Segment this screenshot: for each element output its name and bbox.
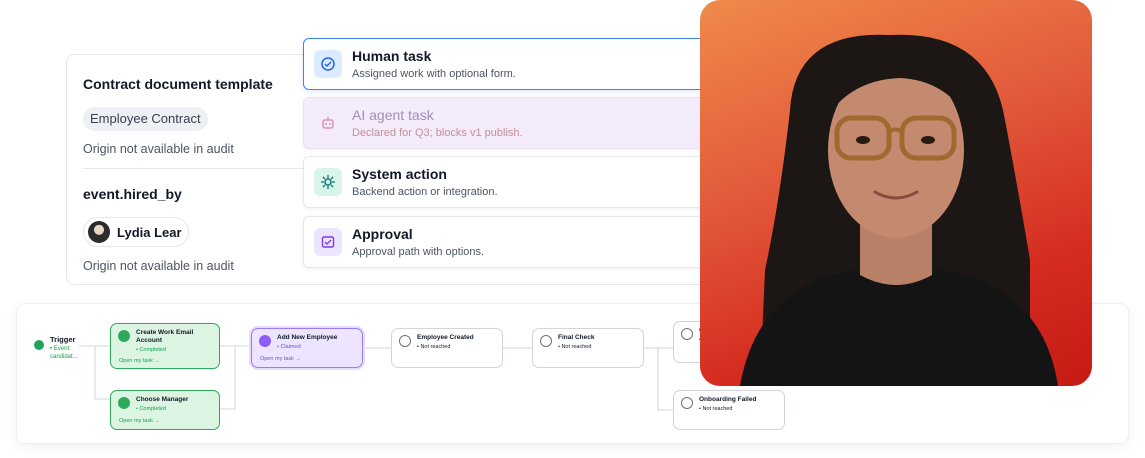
gear-icon xyxy=(314,168,342,196)
open-task-link[interactable]: Open my task → xyxy=(260,356,301,362)
node-title: Onboarding Failed xyxy=(699,396,757,403)
event-heading: event.hired_by xyxy=(83,186,182,202)
node-final-check[interactable]: Final Check • Not reached xyxy=(532,328,644,368)
node-status: • Not reached xyxy=(417,344,451,350)
task-title: System action xyxy=(352,166,447,182)
task-desc: Assigned work with optional form. xyxy=(352,68,516,80)
approval-icon xyxy=(314,228,342,256)
task-option-ai-agent: AI agent task Declared for Q3; blocks v1… xyxy=(303,97,723,149)
contract-heading: Contract document template xyxy=(83,76,273,92)
robot-icon xyxy=(314,109,342,137)
node-status: • Not reached xyxy=(699,406,733,412)
open-task-link[interactable]: Open my task → xyxy=(119,418,160,424)
person-chip[interactable]: Lydia Lear xyxy=(83,217,189,247)
node-title: Choose Manager xyxy=(136,396,189,403)
task-desc: Declared for Q3; blocks v1 publish. xyxy=(352,127,523,139)
task-option-system-action[interactable]: System action Backend action or integrat… xyxy=(303,156,723,208)
node-choose-manager[interactable]: Choose Manager • Completed Open my task … xyxy=(110,390,220,430)
check-icon xyxy=(118,397,130,409)
claimed-icon xyxy=(259,335,271,347)
node-status: • Completed xyxy=(136,347,167,353)
node-employee-created[interactable]: Employee Created • Not reached xyxy=(391,328,503,368)
trigger-icon xyxy=(34,340,44,350)
task-title: AI agent task xyxy=(352,107,434,123)
task-title: Human task xyxy=(352,48,432,64)
pending-icon xyxy=(540,335,552,347)
contract-chip[interactable]: Employee Contract xyxy=(83,107,208,131)
pending-icon xyxy=(681,328,693,340)
check-icon xyxy=(118,330,130,342)
node-title: Final Check xyxy=(558,334,595,341)
task-option-approval[interactable]: Approval Approval path with options. xyxy=(303,216,723,268)
pending-icon xyxy=(681,397,693,409)
portrait-photo xyxy=(700,0,1092,386)
origin-note-1: Origin not available in audit xyxy=(83,142,234,156)
pending-icon xyxy=(399,335,411,347)
person-name: Lydia Lear xyxy=(117,224,182,240)
node-status: • Claimed xyxy=(277,344,301,350)
task-title: Approval xyxy=(352,226,413,242)
avatar xyxy=(88,221,110,243)
node-title: Add New Employee xyxy=(277,334,338,341)
node-title: Employee Created xyxy=(417,334,474,341)
node-create-work-email[interactable]: Create Work Email Account • Completed Op… xyxy=(110,323,220,369)
trigger-label: Trigger xyxy=(50,335,76,344)
node-status: • Not reached xyxy=(558,344,592,350)
node-onboarding-failed[interactable]: Onboarding Failed • Not reached xyxy=(673,390,785,430)
origin-note-2: Origin not available in audit xyxy=(83,259,234,273)
task-option-human[interactable]: Human task Assigned work with optional f… xyxy=(303,38,723,90)
node-add-new-employee[interactable]: Add New Employee • Claimed Open my task … xyxy=(251,328,363,368)
node-title: Create Work Email Account xyxy=(136,329,194,344)
trigger-sub: • Event: candidat... xyxy=(50,346,78,360)
human-task-icon xyxy=(314,50,342,78)
open-task-link[interactable]: Open my task → xyxy=(119,358,160,364)
task-desc: Backend action or integration. xyxy=(352,186,498,198)
node-status: • Completed xyxy=(136,406,167,412)
task-desc: Approval path with options. xyxy=(352,246,485,258)
